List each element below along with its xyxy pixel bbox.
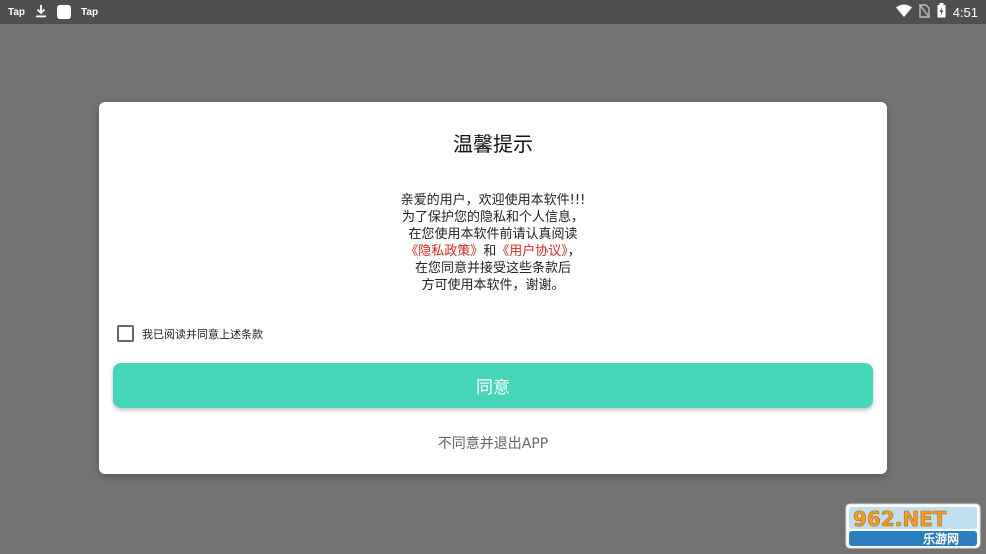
comma-text: ， — [567, 244, 581, 259]
agree-terms-checkbox[interactable] — [117, 325, 134, 342]
dialog-title: 温馨提示 — [453, 132, 533, 156]
agree-terms-row[interactable]: 我已阅读并同意上述条款 — [117, 325, 263, 342]
status-bar: Tap Tap 4:51 — [0, 0, 986, 24]
watermark-bottom-text: 乐游网 — [923, 531, 959, 546]
notification-app-label: Tap — [81, 6, 99, 18]
screen: Tap Tap 4:51 温馨提示 亲爱的用户，欢迎使用本软件!!! 为了保护您… — [0, 0, 986, 554]
message-line: 为了保护您的隐私和个人信息， — [401, 210, 584, 225]
notification-app-label: Tap — [8, 6, 26, 18]
download-icon — [35, 4, 47, 21]
agree-terms-label[interactable]: 我已阅读并同意上述条款 — [142, 326, 263, 342]
message-line: 亲爱的用户，欢迎使用本软件!!! — [400, 193, 586, 208]
watermark-top-text: 962.NET — [853, 507, 947, 531]
status-bar-notifications: Tap Tap — [8, 0, 98, 24]
site-watermark: 962.NET 乐游网 — [845, 503, 981, 549]
status-time: 4:51 — [952, 4, 978, 20]
message-line: 在您同意并接受这些条款后 — [414, 261, 571, 276]
dialog-message: 亲爱的用户，欢迎使用本软件!!! 为了保护您的隐私和个人信息， 在您使用本软件前… — [0, 192, 986, 294]
watermark-logo: 962.NET 乐游网 — [845, 503, 981, 549]
message-links-line: 《隐私政策》和《用户协议》， — [0, 243, 986, 260]
user-agreement-link[interactable]: 《用户协议》 — [496, 244, 568, 259]
no-sim-icon — [918, 3, 931, 21]
battery-icon — [937, 3, 946, 21]
disagree-exit-link[interactable]: 不同意并退出APP — [0, 433, 986, 453]
privacy-policy-link[interactable]: 《隐私政策》 — [405, 244, 483, 259]
message-line: 方可使用本软件，谢谢。 — [421, 278, 565, 293]
agree-button[interactable]: 同意 — [113, 363, 873, 408]
status-bar-system: 4:51 — [895, 0, 978, 24]
app-notification-icon — [57, 5, 72, 19]
and-text: 和 — [483, 244, 497, 259]
message-line: 在您使用本软件前请认真阅读 — [408, 227, 578, 242]
wifi-icon — [895, 4, 912, 20]
